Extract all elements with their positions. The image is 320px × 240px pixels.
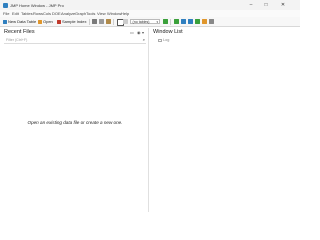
minimize-button[interactable]: – [244,0,258,10]
tables-select[interactable]: (no tables) ▾ [130,18,160,24]
menu-graph[interactable]: Graph [75,11,86,16]
cut-icon[interactable] [92,19,97,24]
toolbar-divider [89,18,90,25]
menu-help[interactable]: Help [121,11,129,16]
menu-rows[interactable]: Rows [33,11,43,16]
toolbar-divider [170,18,171,25]
fit-model-icon[interactable] [188,19,193,24]
empty-state-message: Open an existing data file or create a n… [27,120,123,125]
menu-doe[interactable]: DOE [52,11,61,16]
new-data-table-label: New Data Table [8,19,37,24]
new-table-icon [3,19,7,24]
sample-index-icon [57,19,61,24]
folder-icon[interactable]: ▭ [130,30,134,35]
open-button[interactable]: Open [38,19,53,25]
list-item-label: Log [163,38,170,42]
recent-files-pane: Recent Files ▭ ◉ ▾ ⌕ Open an existing da… [2,28,149,212]
window-title: JMP Home Window - JMP Pro [10,2,64,8]
dropdown-arrow-icon[interactable] [123,19,128,24]
settings-icon[interactable]: ◉ [137,30,141,35]
run-script-icon[interactable] [163,19,168,24]
window-list-title: Window List [153,29,183,35]
toolbar: New Data Table Open Sample Index (no tab… [0,17,300,27]
scatterplot-icon[interactable] [202,19,207,24]
close-button[interactable]: ✕ [276,0,290,10]
log-icon [158,38,162,42]
copy-icon[interactable] [99,19,104,24]
menu-tables[interactable]: Tables [21,11,33,16]
tool-icon[interactable] [209,19,214,24]
menu-bar: File Edit Tables Rows Cols DOE Analyze G… [0,10,300,17]
search-icon[interactable]: ⌕ [143,37,145,42]
paste-icon[interactable] [106,19,111,24]
folder-icon [38,19,42,24]
fit-y-by-x-icon[interactable] [181,19,186,24]
title-bar: JMP Home Window - JMP Pro – □ ✕ [0,0,300,10]
window-list-pane: Window List Log [150,28,298,212]
tables-select-value: (no tables) [132,19,150,24]
open-label: Open [43,19,53,24]
menu-edit[interactable]: Edit [12,11,19,16]
recent-files-title: Recent Files [4,29,35,35]
new-data-table-button[interactable]: New Data Table [3,19,36,25]
distribution-icon[interactable] [174,19,179,24]
list-item[interactable]: Log [158,38,169,42]
jmp-app-icon [3,2,8,8]
menu-tools[interactable]: Tools [86,11,95,16]
menu-file[interactable]: File [3,11,9,16]
menu-view[interactable]: View [97,11,106,16]
toolbar-divider [113,18,114,25]
sample-index-button[interactable]: Sample Index [57,19,86,25]
filter-input[interactable] [6,37,136,43]
maximize-button[interactable]: □ [259,0,273,10]
chevron-down-icon[interactable]: ▾ [142,30,144,35]
graph-builder-icon[interactable] [195,19,200,24]
menu-window[interactable]: Window [107,11,121,16]
filter-row: ⌕ [4,37,146,44]
menu-cols[interactable]: Cols [43,11,51,16]
chevron-down-icon: ▾ [156,19,158,24]
sample-index-label: Sample Index [62,19,87,24]
menu-analyze[interactable]: Analyze [61,11,75,16]
